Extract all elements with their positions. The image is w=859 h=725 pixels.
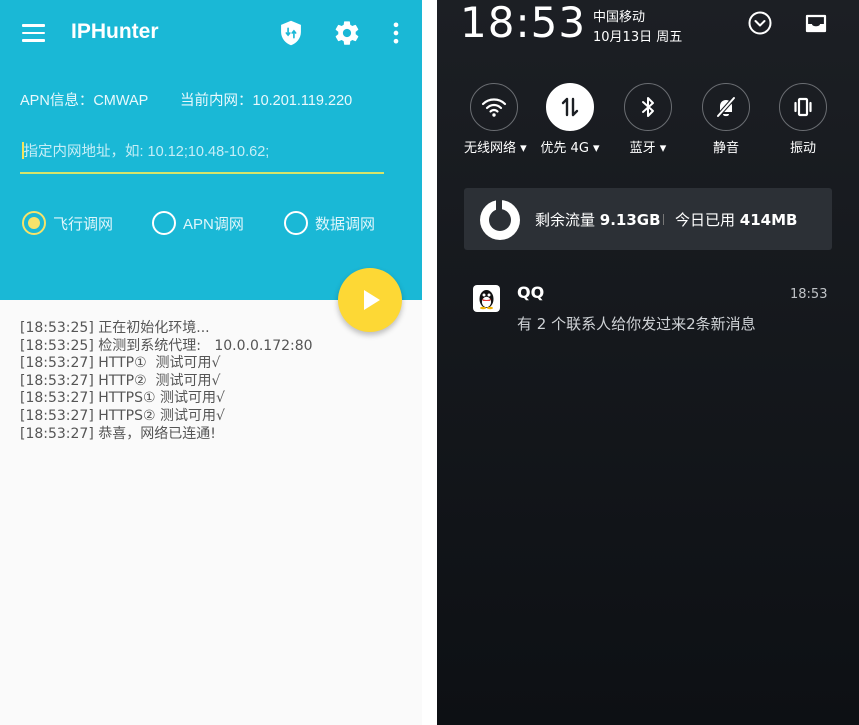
radio-unchecked-icon: [284, 211, 308, 235]
radio-checked-icon: [22, 211, 46, 235]
menu-icon[interactable]: [22, 24, 45, 42]
chevron-down-circle-icon[interactable]: [747, 10, 773, 36]
tile-silent[interactable]: 静音: [696, 83, 756, 156]
iphunter-app: IPHunter APN信息：CMWAP 当前内网：10.201.119.220…: [0, 0, 422, 725]
intranet-info: 当前内网：10.201.119.220: [180, 93, 353, 109]
input-placeholder: 指定内网地址，如: 10.12;10.48-10.62;: [23, 144, 270, 160]
tile-label: 优先 4G: [540, 141, 589, 156]
notification-message: 有 2 个联系人给你发过来2条新消息: [517, 315, 756, 333]
log-line: [18:53:27] HTTPS② 测试可用√: [20, 407, 225, 424]
tile-vibrate[interactable]: 振动: [773, 83, 833, 156]
tile-mobile-data[interactable]: 优先 4G ▾: [540, 83, 600, 156]
data-used-today: 今日已用 414MB: [675, 211, 798, 229]
log-line: [18:53:25] 正在初始化环境...: [20, 320, 210, 336]
wifi-icon: [481, 98, 507, 117]
clock: 18:53: [460, 0, 587, 47]
notification-shade: 18:53 中国移动 10月13日 周五 无线网络 ▾ 优先 4G ▾ 蓝牙 ▾…: [437, 0, 859, 725]
qq-penguin-icon: [473, 285, 500, 312]
gear-icon[interactable]: [333, 19, 361, 47]
more-vert-icon[interactable]: [382, 19, 410, 47]
log-line: [18:53:27] HTTPS① 测试可用√: [20, 390, 225, 407]
intranet-address-input[interactable]: 指定内网地址，如: 10.12;10.48-10.62;: [20, 140, 384, 174]
play-button[interactable]: [338, 268, 402, 332]
radio-label: 数据调网: [315, 215, 376, 233]
tile-label: 静音: [712, 141, 739, 156]
notification-title: QQ: [517, 283, 545, 302]
bluetooth-icon: [642, 97, 654, 117]
app-header: IPHunter APN信息：CMWAP 当前内网：10.201.119.220…: [0, 0, 422, 300]
carrier-name: 中国移动: [593, 10, 646, 25]
log-line: [18:53:27] 恭喜，网络已连通!: [20, 425, 216, 442]
tile-label: 蓝牙: [629, 141, 656, 156]
data-remaining: 剩余流量 9.13GB: [535, 211, 661, 229]
data-arrows-icon: [561, 97, 579, 117]
tile-wifi[interactable]: 无线网络 ▾: [464, 83, 527, 156]
data-usage-ring-icon: [480, 199, 520, 240]
radio-label: APN调网: [183, 215, 244, 233]
log-line: [18:53:25] 检测到系统代理: 10.0.0.172:80: [20, 337, 313, 354]
radio-unchecked-icon: [152, 211, 176, 235]
radio-apn[interactable]: APN调网: [152, 210, 244, 236]
apn-info: APN信息：CMWAP: [20, 93, 149, 109]
tile-label: 无线网络: [464, 141, 517, 156]
radio-flight-mode[interactable]: 飞行调网: [22, 210, 113, 236]
radio-label: 飞行调网: [53, 215, 114, 233]
app-title: IPHunter: [71, 20, 159, 43]
data-usage-card[interactable]: 剩余流量 9.13GB 今日已用 414MB: [464, 188, 832, 250]
tile-label: 振动: [789, 141, 816, 156]
bell-off-icon: [716, 96, 736, 118]
log-line: [18:53:27] HTTP② 测试可用√: [20, 372, 221, 389]
inbox-icon[interactable]: [803, 10, 829, 36]
vibrate-icon: [794, 97, 812, 117]
log-line: [18:53:27] HTTP① 测试可用√: [20, 355, 221, 372]
radio-data[interactable]: 数据调网: [284, 210, 375, 236]
divider: [663, 214, 664, 225]
tile-bluetooth[interactable]: 蓝牙 ▾: [618, 83, 678, 156]
notification-time: 18:53: [790, 287, 828, 302]
date: 10月13日 周五: [593, 30, 683, 45]
shield-icon[interactable]: [277, 19, 305, 47]
log-output: [18:53:25] 正在初始化环境... [18:53:25] 检测到系统代理…: [20, 320, 313, 443]
